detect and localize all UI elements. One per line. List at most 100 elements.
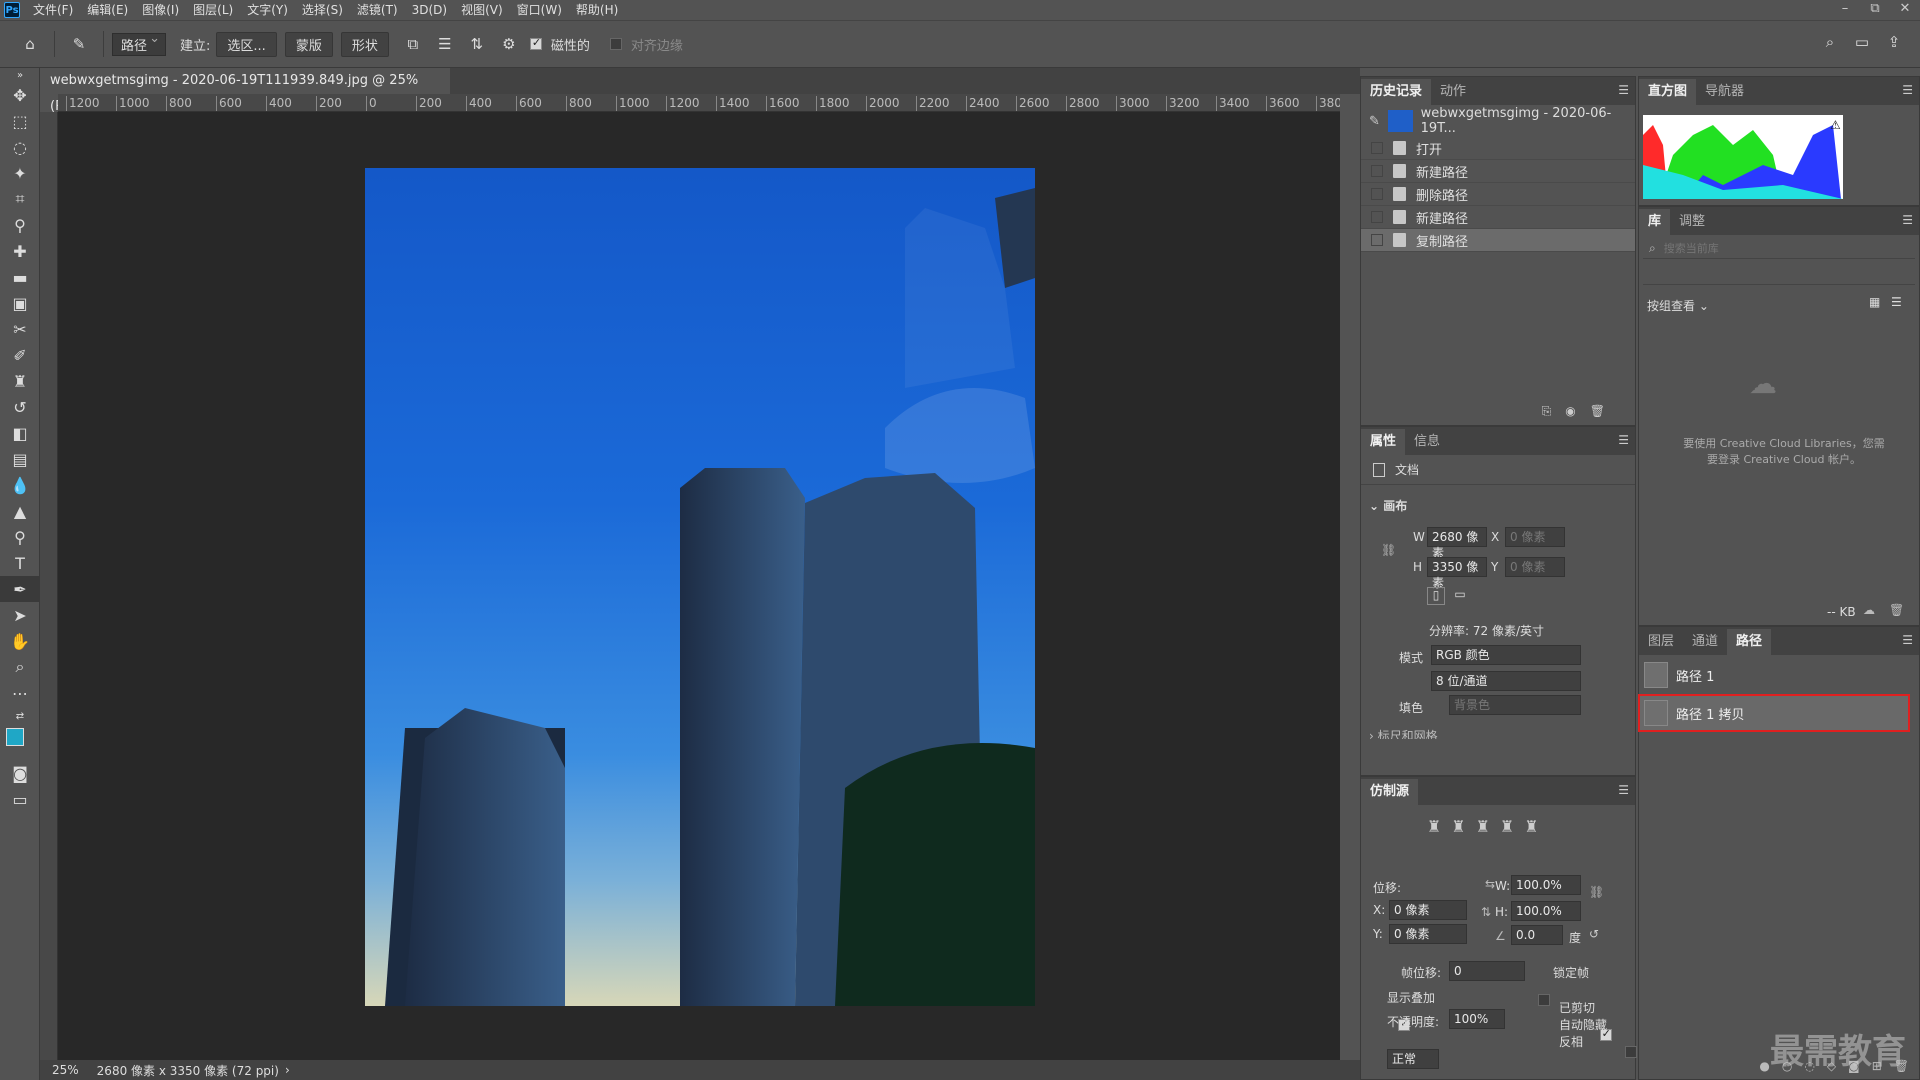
screen-mode-icon[interactable]: ▭ xyxy=(0,786,40,812)
path-row-selected[interactable]: 路径 1 拷贝 xyxy=(1638,694,1910,732)
list-view-icon[interactable]: ☰ xyxy=(1891,295,1902,309)
pen-tool-icon[interactable]: ✒ xyxy=(0,576,40,602)
horizontal-ruler[interactable]: 1200 1000 800 600 400 200 0 200 400 600 800 1000 120… xyxy=(58,94,1340,112)
magnetic-checkbox[interactable] xyxy=(529,36,542,50)
view-by-group-dropdown[interactable]: 按组查看 ⌄ xyxy=(1647,297,1709,314)
menu-window[interactable]: 窗口(W) xyxy=(510,0,569,20)
link-icon[interactable]: ⛓ xyxy=(1381,543,1396,557)
canvas-width-field[interactable]: 2680 像素 xyxy=(1427,527,1487,560)
collapse-toolbar-icon[interactable]: » xyxy=(0,68,40,82)
document-tab[interactable]: webwxgetmsgimg - 2020-06-19T111939.849.j… xyxy=(40,68,450,114)
share-icon[interactable]: ⇪ xyxy=(1884,32,1904,52)
trash-icon[interactable]: 🗑 xyxy=(1889,603,1904,617)
step-checkbox[interactable] xyxy=(1371,188,1383,200)
gear-icon[interactable]: ⚙ xyxy=(499,34,519,54)
sharpen-tool-icon[interactable]: ▲ xyxy=(0,498,40,524)
frame-offset-field[interactable]: 0 xyxy=(1449,961,1525,981)
panel-menu-icon[interactable]: ☰ xyxy=(1618,433,1629,447)
dodge-tool-icon[interactable]: ⚲ xyxy=(0,524,40,550)
fill-path-icon[interactable]: ● xyxy=(1759,1059,1769,1073)
blend-mode-dropdown[interactable]: 正常 xyxy=(1387,1049,1439,1069)
panel-menu-icon[interactable]: ☰ xyxy=(1618,83,1629,97)
home-icon[interactable]: ⌂ xyxy=(20,34,40,54)
workspace-icon[interactable]: ▭ xyxy=(1852,32,1872,52)
menu-select[interactable]: 选择(S) xyxy=(295,0,350,20)
trash-icon[interactable]: 🗑 xyxy=(1590,404,1605,419)
canvas-y-field[interactable]: 0 像素 xyxy=(1505,557,1565,577)
lock-frame-checkbox[interactable] xyxy=(1538,994,1550,1006)
crop-tool-icon[interactable]: ⌗ xyxy=(0,186,40,212)
menu-help[interactable]: 帮助(H) xyxy=(569,0,625,20)
search-icon[interactable]: ⌕ xyxy=(1820,32,1840,52)
type-tool-icon[interactable]: T xyxy=(0,550,40,576)
panel-menu-icon[interactable]: ☰ xyxy=(1902,633,1913,647)
path-row[interactable]: 路径 1 xyxy=(1640,658,1908,692)
history-snapshot[interactable]: ✎ webwxgetmsgimg - 2020-06-19T... xyxy=(1361,105,1635,137)
frame-tool-icon[interactable]: ▣ xyxy=(0,290,40,316)
menu-filter[interactable]: 滤镜(T) xyxy=(350,0,405,20)
clone-y-field[interactable]: 0 像素 xyxy=(1389,924,1467,944)
panel-menu-icon[interactable]: ☰ xyxy=(1618,783,1629,797)
clone-source-3-icon[interactable]: ♜ xyxy=(1476,817,1490,836)
step-checkbox[interactable] xyxy=(1371,234,1383,246)
path-alignment-icon[interactable]: ☰ xyxy=(435,34,455,54)
tab-histogram[interactable]: 直方图 xyxy=(1639,79,1697,105)
library-search[interactable]: ⌕ xyxy=(1643,239,1915,259)
pen-tool-preset-icon[interactable]: ✎ xyxy=(69,34,89,54)
clone-source-2-icon[interactable]: ♜ xyxy=(1451,817,1465,836)
clone-source-5-icon[interactable]: ♜ xyxy=(1524,817,1538,836)
cloud-sync-icon[interactable]: ☁ xyxy=(1863,603,1875,617)
tab-clone-source[interactable]: 仿制源 xyxy=(1361,779,1419,805)
clone-source-4-icon[interactable]: ♜ xyxy=(1500,817,1514,836)
menu-3d[interactable]: 3D(D) xyxy=(405,0,454,20)
ruler-icon[interactable]: ▬ xyxy=(0,264,40,290)
clone-source-1-icon[interactable]: ♜ xyxy=(1427,817,1441,836)
panel-menu-icon[interactable]: ☰ xyxy=(1902,213,1913,227)
tab-adjustments[interactable]: 调整 xyxy=(1670,209,1714,235)
clone-stamp-icon[interactable]: ♜ xyxy=(0,368,40,394)
tab-channels[interactable]: 通道 xyxy=(1683,629,1727,655)
history-step-selected[interactable]: 复制路径 xyxy=(1361,229,1635,252)
scissors-icon[interactable]: ✂ xyxy=(0,316,40,342)
camera-icon[interactable]: ◉ xyxy=(1565,404,1575,419)
grid-view-icon[interactable]: ▦ xyxy=(1869,295,1880,309)
flip-icon[interactable]: ⇅ xyxy=(1481,905,1491,919)
bit-depth-dropdown[interactable]: 8 位/通道 xyxy=(1431,671,1581,691)
menu-file[interactable]: 文件(F) xyxy=(26,0,80,20)
clone-h-field[interactable]: 100.0% xyxy=(1511,901,1581,921)
minimize-button[interactable]: – xyxy=(1830,0,1860,20)
canvas-x-field[interactable]: 0 像素 xyxy=(1505,527,1565,547)
zoom-tool-icon[interactable]: ⌕ xyxy=(0,654,40,680)
menu-image[interactable]: 图像(I) xyxy=(135,0,186,20)
make-shape-button[interactable]: 形状 xyxy=(340,31,389,57)
step-checkbox[interactable] xyxy=(1371,165,1383,177)
path-operations-icon[interactable]: ⧉ xyxy=(403,34,423,54)
zoom-level[interactable]: 25% xyxy=(52,1063,79,1077)
close-window-button[interactable]: ✕ xyxy=(1890,0,1920,20)
eyedropper-tool-icon[interactable]: ⚲ xyxy=(0,212,40,238)
restore-button[interactable]: ⧉ xyxy=(1860,0,1890,20)
histogram-warning-icon[interactable]: ⚠ xyxy=(1830,118,1841,132)
quick-mask-icon[interactable]: ◙ xyxy=(0,760,40,786)
menu-edit[interactable]: 编辑(E) xyxy=(80,0,135,20)
history-step[interactable]: 删除路径 xyxy=(1361,183,1635,206)
tab-libraries[interactable]: 库 xyxy=(1639,209,1671,235)
quick-select-tool-icon[interactable]: ✦ xyxy=(0,160,40,186)
history-step[interactable]: 新建路径 xyxy=(1361,206,1635,229)
panel-menu-icon[interactable]: ☰ xyxy=(1902,83,1913,97)
rulers-grids-section-header[interactable]: › 标尺和网格 xyxy=(1369,727,1438,739)
opacity-field[interactable]: 100% xyxy=(1449,1009,1505,1029)
clone-angle-field[interactable]: 0.0 xyxy=(1511,925,1563,945)
make-selection-button[interactable]: 选区... xyxy=(216,31,277,57)
reset-angle-icon[interactable]: ↺ xyxy=(1589,927,1599,941)
more-tools-icon[interactable]: ⋯ xyxy=(0,680,40,706)
tab-paths[interactable]: 路径 xyxy=(1727,629,1772,655)
tab-layers[interactable]: 图层 xyxy=(1639,629,1683,655)
path-select-icon[interactable]: ➤ xyxy=(0,602,40,628)
canvas-section-header[interactable]: ⌄ 画布 xyxy=(1369,497,1407,514)
history-brush-icon[interactable]: ↺ xyxy=(0,394,40,420)
history-brush-source-icon[interactable]: ✎ xyxy=(1369,114,1380,129)
status-arrow-icon[interactable]: › xyxy=(285,1063,290,1077)
align-edges-checkbox[interactable] xyxy=(609,38,622,50)
hand-tool-icon[interactable]: ✋ xyxy=(0,628,40,654)
